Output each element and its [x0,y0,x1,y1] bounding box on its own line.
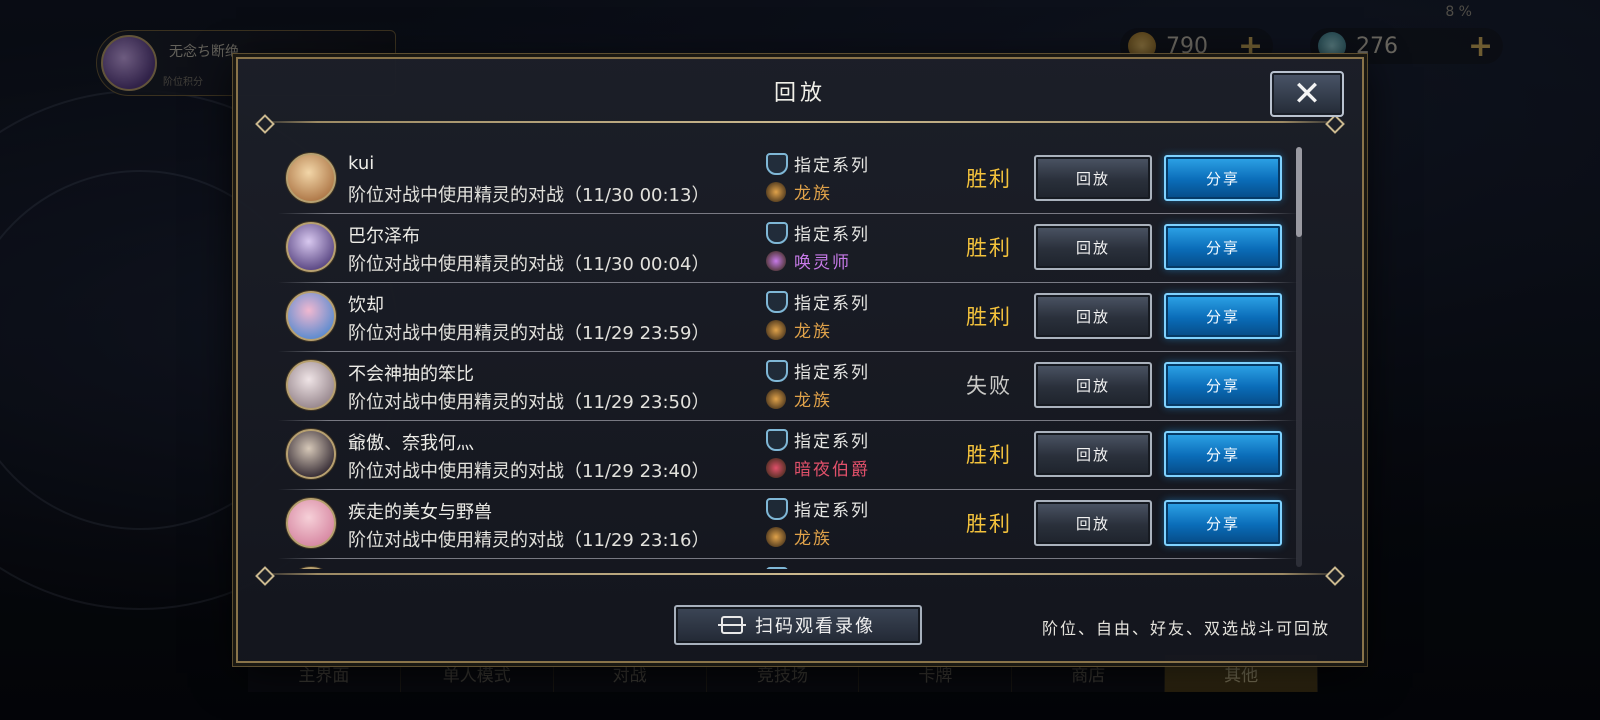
avatar[interactable] [286,153,336,203]
avatar[interactable] [286,567,336,569]
opponent-name: 爺傲、奈我何灬 [348,433,474,454]
match-result: 胜利 [966,443,1012,467]
class-label: 龙族 [794,529,832,549]
class-label: 唤灵师 [794,253,851,273]
format-shield-icon [766,153,788,175]
close-icon: ✕ [1292,74,1322,114]
opponent-name: 影之诗之战者 [348,567,456,569]
scan-icon [718,616,746,634]
class-icon [766,527,786,547]
battle-description: 阶位对战中使用精灵的对战（11/29 23:16） [348,530,710,551]
replay-list[interactable]: kui 阶位对战中使用精灵的对战（11/30 00:13） 指定系列 龙族 胜利 回放 分享… [278,145,1338,569]
battle-description: 阶位对战中使用精灵的对战（11/30 00:13） [348,185,710,206]
replay-dialog: 回放 ✕ kui 阶位对战中使用精灵的对战（11/30 00:13） 指定系列 龙族胜… [236,57,1364,663]
class-label: 龙族 [794,391,832,411]
match-result: 胜利 [966,512,1012,536]
match-result: 胜利 [966,236,1012,260]
replay-availability-note: 阶位、自由、好友、双选战斗可回放 [1041,619,1330,638]
scrollbar[interactable] [1296,147,1302,567]
format-label: 指定系列 [794,294,870,314]
format-shield-icon [766,222,788,244]
avatar[interactable] [286,498,336,548]
class-label: 龙族 [794,184,832,204]
replay-row: 巴尔泽布阶位对战中使用精灵的对战（11/30 00:04） 指定系列唤灵师 胜利 回放… [278,214,1298,283]
replay-button[interactable]: 回放 [1034,362,1152,408]
close-button[interactable]: ✕ [1270,71,1344,117]
format-label: 指定系列 [794,225,870,245]
battle-description: 阶位对战中使用精灵的对战（11/29 23:59） [348,323,710,344]
class-icon [766,320,786,340]
match-result: 失败 [966,374,1012,398]
format-label: 指定系列 [794,565,870,569]
replay-button[interactable]: 回放 [1034,224,1152,270]
class-icon [766,458,786,478]
class-icon [766,182,786,202]
format-shield-icon [766,567,788,569]
scrollbar-thumb[interactable] [1296,147,1302,237]
opponent-name: 不会神抽的笨比 [348,364,474,385]
battle-description: 阶位对战中使用精灵的对战（11/30 00:04） [348,254,710,275]
format-label: 指定系列 [794,363,870,383]
avatar[interactable] [286,222,336,272]
dialog-title: 回放 [773,81,826,106]
share-button[interactable]: 分享 [1164,155,1282,201]
format-shield-icon [766,360,788,382]
replay-row: 饮却阶位对战中使用精灵的对战（11/29 23:59） 指定系列龙族 胜利 回放 分享 [278,283,1298,352]
match-result: 胜利 [966,305,1012,329]
opponent-name: 疾走的美女与野兽 [348,502,492,523]
share-button[interactable]: 分享 [1164,293,1282,339]
avatar[interactable] [286,429,336,479]
class-icon [766,389,786,409]
scan-qr-watch-replay-button[interactable]: 扫码观看录像 [674,605,922,645]
share-button[interactable]: 分享 [1164,431,1282,477]
replay-button[interactable]: 回放 [1034,155,1152,201]
scan-button-label: 扫码观看录像 [755,616,875,637]
replay-row: kui 阶位对战中使用精灵的对战（11/30 00:13） 指定系列龙族 胜利 回放 分享 [278,145,1298,214]
avatar[interactable] [286,291,336,341]
format-shield-icon [766,498,788,520]
replay-button[interactable]: 回放 [1034,431,1152,477]
title-divider [252,121,1348,123]
replay-row: 疾走的美女与野兽阶位对战中使用精灵的对战（11/29 23:16） 指定系列龙族 胜… [278,490,1298,559]
battle-description: 阶位对战中使用精灵的对战（11/29 23:50） [348,392,710,413]
opponent-name: 巴尔泽布 [348,226,420,247]
screen: 无念ち断绝 阶位积分 8 % 790 + 276 + 主界面 单人模式 对战 竞… [0,0,1600,720]
opponent-name: 饮却 [348,295,384,316]
replay-row: 影之诗之战者 指定系列 [278,559,1298,569]
battle-description: 阶位对战中使用精灵的对战（11/29 23:40） [348,461,710,482]
class-label: 龙族 [794,322,832,342]
class-icon [766,251,786,271]
replay-row: 爺傲、奈我何灬阶位对战中使用精灵的对战（11/29 23:40） 指定系列暗夜伯爵… [278,421,1298,490]
class-label: 暗夜伯爵 [794,460,870,480]
replay-row: 不会神抽的笨比阶位对战中使用精灵的对战（11/29 23:50） 指定系列龙族 失败… [278,352,1298,421]
format-shield-icon [766,429,788,451]
format-shield-icon [766,291,788,313]
avatar[interactable] [286,360,336,410]
share-button[interactable]: 分享 [1164,500,1282,546]
list-bottom-divider [252,573,1348,575]
replay-button[interactable]: 回放 [1034,500,1152,546]
format-label: 指定系列 [794,432,870,452]
opponent-name: kui [348,153,375,174]
share-button[interactable]: 分享 [1164,362,1282,408]
match-result: 胜利 [966,167,1012,191]
share-button[interactable]: 分享 [1164,224,1282,270]
format-label: 指定系列 [794,501,870,521]
format-label: 指定系列 [794,156,870,176]
replay-button[interactable]: 回放 [1034,293,1152,339]
